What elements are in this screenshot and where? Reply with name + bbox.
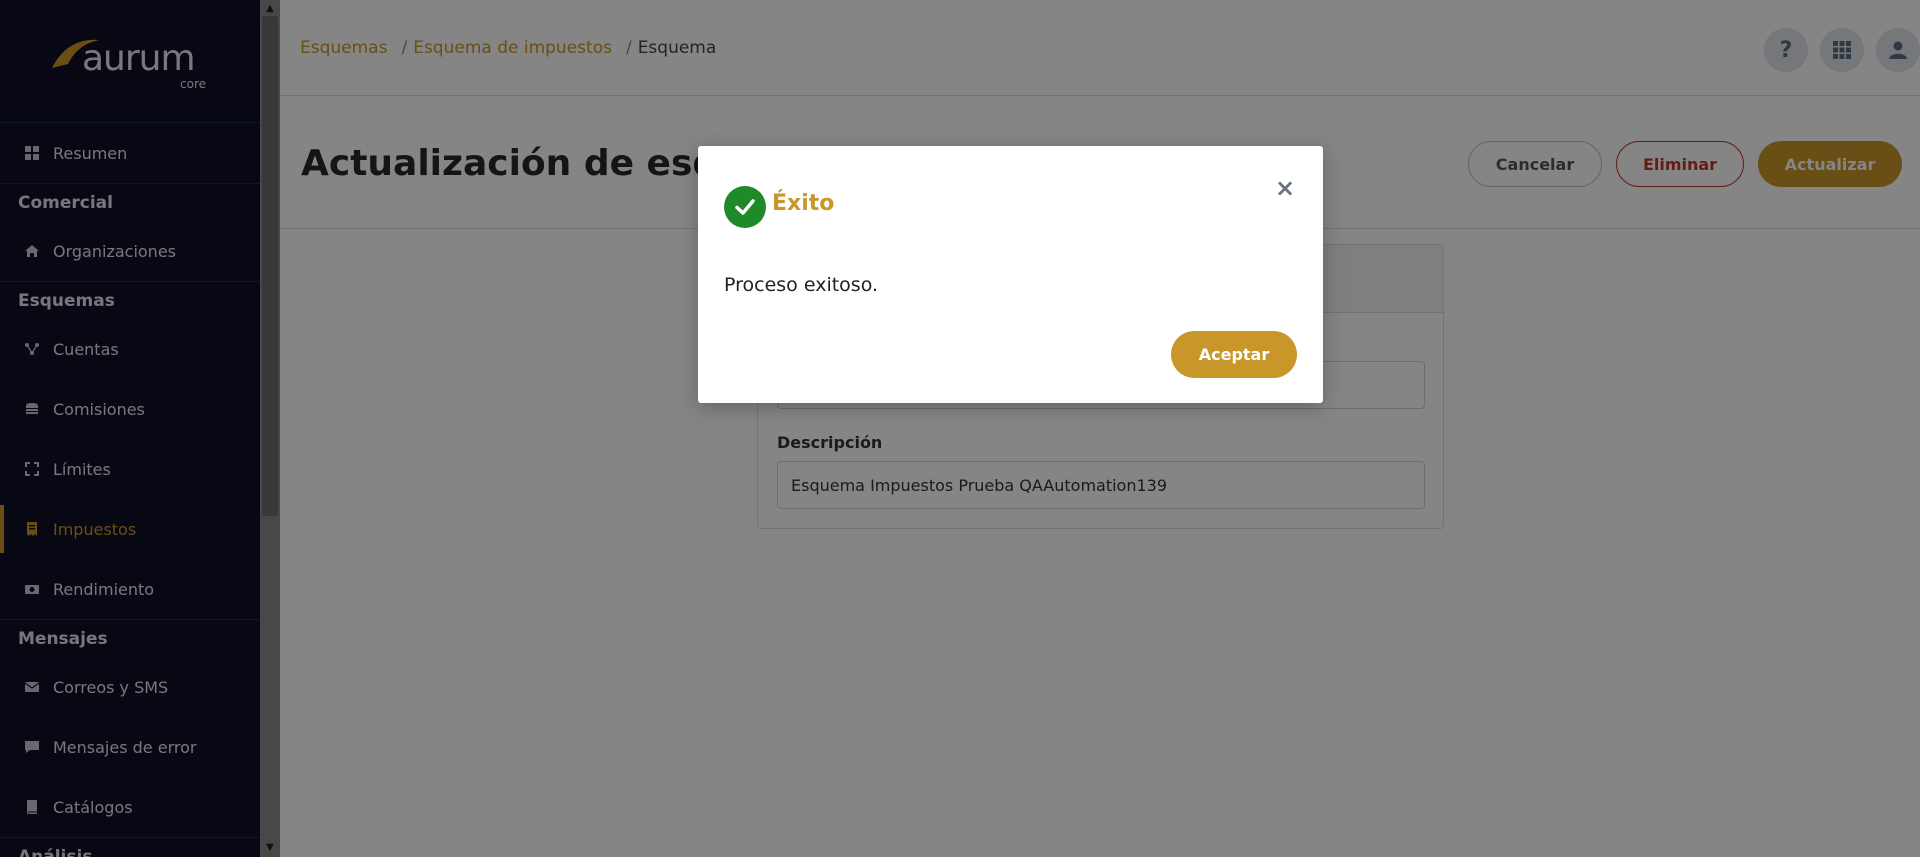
dialog-title: Éxito <box>772 191 835 216</box>
close-icon[interactable]: × <box>1273 176 1297 200</box>
success-dialog: Éxito × Proceso exitoso. Aceptar <box>698 146 1323 403</box>
success-check-icon <box>724 186 766 228</box>
dialog-message: Proceso exitoso. <box>724 274 879 296</box>
modal-backdrop[interactable] <box>0 0 1920 857</box>
accept-button[interactable]: Aceptar <box>1171 331 1297 378</box>
